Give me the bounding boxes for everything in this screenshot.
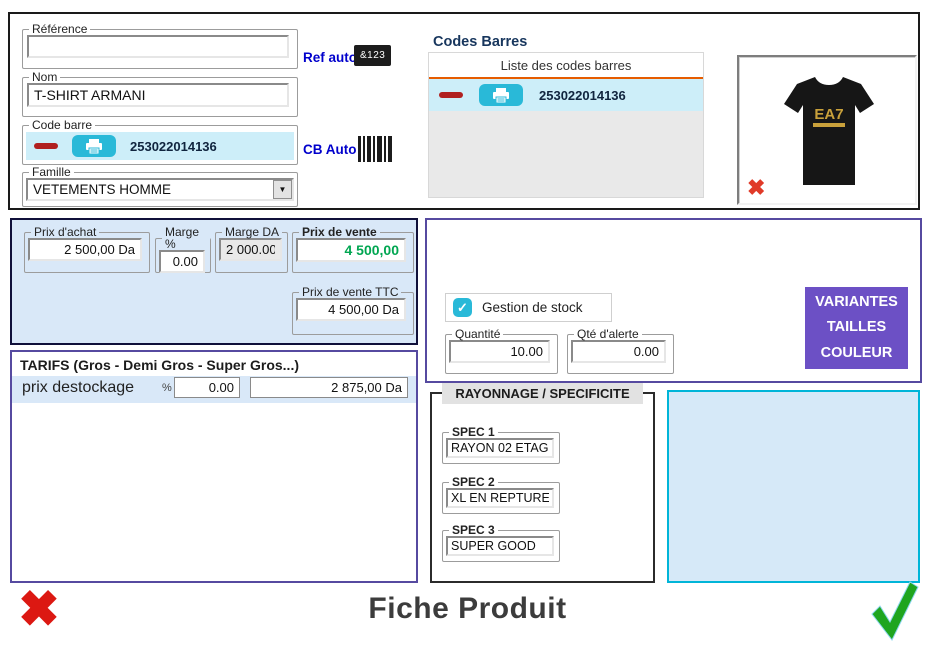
identity-panel: Référence Ref auto &123 Nom Code barre xyxy=(8,12,920,210)
remove-icon[interactable] xyxy=(34,143,58,149)
barcode-icon[interactable] xyxy=(358,136,392,162)
tarif-row-label: prix destockage xyxy=(22,379,134,397)
code-barre-label: Code barre xyxy=(29,119,95,131)
reference-group: Référence xyxy=(22,23,298,69)
spec1-label: SPEC 1 xyxy=(449,426,498,438)
prix-vente-label: Prix de vente xyxy=(299,226,380,238)
gestion-stock-label: Gestion de stock xyxy=(482,300,583,315)
reference-input[interactable] xyxy=(27,35,289,58)
prix-vente-ttc-input[interactable] xyxy=(296,298,406,321)
reference-label: Référence xyxy=(29,23,90,35)
prix-achat-label: Prix d'achat xyxy=(31,226,99,238)
tarif-amount-input[interactable] xyxy=(250,377,408,398)
prix-vente-ttc-label: Prix de vente TTC xyxy=(299,286,401,298)
print-button[interactable] xyxy=(72,135,116,157)
print-button[interactable] xyxy=(479,84,523,106)
code-barre-value: 253022014136 xyxy=(130,139,217,154)
codes-barres-list: Liste des codes barres 253022014136 xyxy=(428,52,704,198)
printer-icon xyxy=(85,139,103,154)
chevron-down-icon[interactable]: ▼ xyxy=(273,180,292,199)
page-title: Fiche Produit xyxy=(0,592,935,626)
spec1-group: SPEC 1 xyxy=(442,426,560,464)
marge-pct-input[interactable] xyxy=(159,250,205,273)
tarif-row: prix destockage % xyxy=(12,376,416,403)
validate-button[interactable] xyxy=(868,580,920,642)
variantes-line3: COULEUR xyxy=(805,341,908,366)
rayonnage-panel: RAYONNAGE / SPECIFICITE SPEC 1 SPEC 2 SP… xyxy=(430,392,655,583)
famille-select[interactable] xyxy=(26,178,294,201)
list-item-code: 253022014136 xyxy=(539,88,626,103)
code-barre-group: Code barre 253022014136 xyxy=(22,119,298,165)
famille-group: Famille ▼ xyxy=(22,166,298,207)
nom-label: Nom xyxy=(29,71,60,83)
remove-icon[interactable] xyxy=(439,92,463,98)
codes-barres-list-header: Liste des codes barres xyxy=(429,53,703,79)
brand-text: EA7 xyxy=(814,106,843,123)
product-image: EA7 xyxy=(779,65,879,197)
marge-da-group: Marge DA xyxy=(215,226,288,273)
marge-da-label: Marge DA xyxy=(222,226,282,238)
percent-symbol: % xyxy=(162,382,172,394)
qte-alerte-group: Qté d'alerte xyxy=(567,328,674,374)
stock-panel: ✓ Gestion de stock Quantité Qté d'alerte… xyxy=(425,218,922,383)
variantes-line2: TAILLES xyxy=(805,315,908,340)
printer-icon xyxy=(492,88,510,103)
gestion-stock-checkbox[interactable]: ✓ xyxy=(453,298,472,317)
nom-input[interactable] xyxy=(27,83,289,107)
marge-pct-label: Marge % xyxy=(162,226,210,250)
code-barre-row[interactable]: 253022014136 xyxy=(26,132,294,160)
spec1-input[interactable] xyxy=(446,438,554,458)
ref-auto-button[interactable]: &123 xyxy=(354,45,391,66)
variantes-line1: VARIANTES xyxy=(805,290,908,315)
spec3-input[interactable] xyxy=(446,536,554,556)
codes-barres-title: Codes Barres xyxy=(433,34,527,50)
quantite-label: Quantité xyxy=(452,328,503,340)
spec2-group: SPEC 2 xyxy=(442,476,560,514)
pricing-panel: Prix d'achat Marge % Marge DA Prix de ve… xyxy=(10,218,418,345)
famille-label: Famille xyxy=(29,166,74,178)
spec2-label: SPEC 2 xyxy=(449,476,498,488)
prix-achat-input[interactable] xyxy=(28,238,142,261)
rayonnage-title: RAYONNAGE / SPECIFICITE xyxy=(442,383,643,404)
gestion-stock-box: ✓ Gestion de stock xyxy=(445,293,612,322)
spec2-input[interactable] xyxy=(446,488,554,508)
qte-alerte-input[interactable] xyxy=(571,340,666,363)
prix-vente-ttc-group: Prix de vente TTC xyxy=(292,286,414,335)
prix-achat-group: Prix d'achat xyxy=(24,226,150,273)
product-image-frame: EA7 ✖ xyxy=(737,55,917,205)
marge-da-input[interactable] xyxy=(219,238,282,261)
codes-barres-list-item[interactable]: 253022014136 xyxy=(429,79,703,111)
quantite-input[interactable] xyxy=(449,340,550,363)
qte-alerte-label: Qté d'alerte xyxy=(574,328,642,340)
ref-auto-label: Ref auto xyxy=(303,50,357,65)
delete-image-icon[interactable]: ✖ xyxy=(747,175,765,201)
quantite-group: Quantité xyxy=(445,328,558,374)
spec3-label: SPEC 3 xyxy=(449,524,498,536)
marge-pct-group: Marge % xyxy=(155,226,211,273)
cb-auto-label: CB Auto xyxy=(303,142,357,157)
tarifs-title: TARIFS (Gros - Demi Gros - Super Gros...… xyxy=(12,352,416,376)
fiche-produit-window: Référence Ref auto &123 Nom Code barre xyxy=(0,0,935,653)
prix-vente-group: Prix de vente xyxy=(292,226,414,273)
spec3-group: SPEC 3 xyxy=(442,524,560,562)
description-area[interactable] xyxy=(667,390,920,583)
tarifs-panel: TARIFS (Gros - Demi Gros - Super Gros...… xyxy=(10,350,418,583)
nom-group: Nom xyxy=(22,71,298,117)
prix-vente-input[interactable] xyxy=(296,238,406,262)
tarif-pct-input[interactable] xyxy=(174,377,240,398)
variantes-button[interactable]: VARIANTES TAILLES COULEUR xyxy=(805,287,908,369)
